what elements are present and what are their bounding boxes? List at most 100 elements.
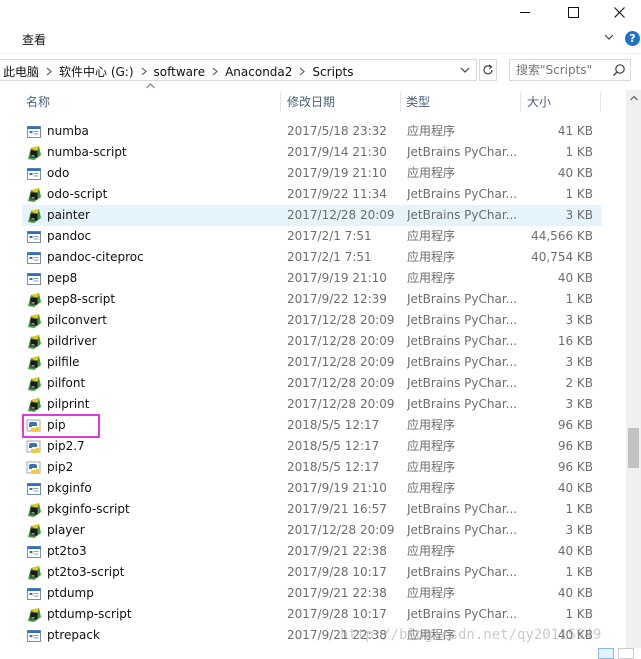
breadcrumb-chevron-icon[interactable]	[138, 66, 150, 78]
file-modified-date: 2017/9/14 21:30	[287, 145, 387, 159]
file-name: pip2	[47, 460, 74, 474]
file-list[interactable]: numba 2017/5/18 23:32 应用程序 41 KB numba-scrip…	[0, 113, 626, 659]
details-view-button[interactable]	[598, 648, 614, 659]
search-icon[interactable]	[612, 63, 626, 77]
breadcrumb-software[interactable]: software	[150, 65, 210, 79]
file-row[interactable]: pilprint 2017/12/28 20:09 JetBrains PyChar…	[22, 394, 602, 415]
file-type: JetBrains PyChar...	[407, 292, 518, 306]
file-row[interactable]: painter 2017/12/28 20:09 JetBrains PyChar.…	[22, 205, 602, 226]
file-row[interactable]: pip 2018/5/5 12:17 应用程序 96 KB	[22, 415, 602, 436]
column-header-type[interactable]: 类型	[400, 90, 520, 114]
breadcrumb-scripts[interactable]: Scripts	[308, 65, 357, 79]
file-size: 16 KB	[557, 334, 593, 348]
file-type: 应用程序	[407, 166, 456, 180]
close-button[interactable]	[596, 0, 641, 24]
breadcrumb: 此电脑 软件中心 (G:) software Anaconda2 Scripts	[0, 63, 357, 80]
file-type: JetBrains PyChar...	[407, 523, 518, 537]
pycharm-file-icon	[26, 208, 42, 224]
file-row[interactable]: pilconvert 2017/12/28 20:09 JetBrains PyCh…	[22, 310, 602, 331]
file-name: pkginfo	[47, 481, 92, 495]
file-type: JetBrains PyChar...	[407, 376, 518, 390]
breadcrumb-chevron-icon[interactable]	[43, 66, 55, 78]
file-size: 1 KB	[565, 502, 593, 516]
maximize-icon	[567, 6, 579, 18]
file-modified-date: 2017/12/28 20:09	[287, 397, 395, 411]
file-row[interactable]: odo 2017/9/19 21:10 应用程序 40 KB	[22, 163, 602, 184]
file-row[interactable]: pilfont 2017/12/28 20:09 JetBrains PyChar.…	[22, 373, 602, 394]
watermark-text: http://blog.csdn.net/qy20115549	[340, 627, 602, 643]
file-modified-date: 2017/9/28 10:17	[287, 565, 387, 579]
file-size: 96 KB	[557, 418, 593, 432]
file-name: pandoc-citeproc	[47, 250, 144, 264]
file-row[interactable]: pkginfo-script 2017/9/21 16:57 JetBrains P…	[22, 499, 602, 520]
file-row[interactable]: pilfile 2017/12/28 20:09 JetBrains PyChar.…	[22, 352, 602, 373]
minimize-icon	[520, 11, 530, 13]
file-row[interactable]: numba 2017/5/18 23:32 应用程序 41 KB	[22, 121, 602, 142]
file-name: pildriver	[47, 334, 97, 348]
file-row[interactable]: player 2017/12/28 20:09 JetBrains PyChar..…	[22, 520, 602, 541]
file-modified-date: 2017/9/19 21:10	[287, 166, 387, 180]
file-row[interactable]: ptdump-script 2017/9/28 10:17 JetBrains Py…	[22, 604, 602, 625]
breadcrumb-chevron-icon[interactable]	[209, 66, 221, 78]
file-type: JetBrains PyChar...	[407, 334, 518, 348]
address-bar[interactable]: 此电脑 软件中心 (G:) software Anaconda2 Scripts	[0, 59, 477, 81]
file-row[interactable]: pandoc 2017/2/1 7:51 应用程序 44,566 KB	[22, 226, 602, 247]
file-row[interactable]: pildriver 2017/12/28 20:09 JetBrains PyCha…	[22, 331, 602, 352]
status-bar	[0, 648, 641, 659]
ribbon-expand-chevron-icon[interactable]	[604, 33, 614, 41]
file-row[interactable]: ptdump 2017/9/21 22:38 应用程序 40 KB	[22, 583, 602, 604]
file-row[interactable]: pep8-script 2017/9/22 12:39 JetBrains PyCh…	[22, 289, 602, 310]
pycharm-file-icon	[26, 376, 42, 392]
file-modified-date: 2018/5/5 12:17	[287, 418, 380, 432]
file-name: odo	[47, 166, 70, 180]
breadcrumb-anaconda2[interactable]: Anaconda2	[221, 65, 296, 79]
scroll-up-button[interactable]	[626, 90, 641, 105]
sort-ascending-icon	[146, 83, 155, 89]
file-row[interactable]: odo-script 2017/9/22 11:34 JetBrains PyCha…	[22, 184, 602, 205]
column-divider[interactable]	[600, 92, 601, 112]
ribbon: 查看 ?	[0, 25, 641, 54]
file-size: 3 KB	[565, 397, 593, 411]
scrollbar-thumb[interactable]	[628, 428, 639, 468]
vertical-scrollbar[interactable]	[626, 90, 641, 659]
column-header-date[interactable]: 修改日期	[281, 90, 399, 114]
column-header-size[interactable]: 大小	[521, 90, 599, 114]
pycharm-file-icon	[26, 145, 42, 161]
maximize-button[interactable]	[550, 0, 596, 24]
file-row[interactable]: numba-script 2017/9/14 21:30 JetBrains PyC…	[22, 142, 602, 163]
address-history-chevron-down-icon[interactable]	[460, 65, 470, 75]
file-row[interactable]: pandoc-citeproc 2017/2/1 7:51 应用程序 40,754 K…	[22, 247, 602, 268]
file-modified-date: 2017/2/1 7:51	[287, 250, 372, 264]
large-icons-view-button[interactable]	[618, 648, 634, 659]
file-row[interactable]: pkginfo 2017/9/19 21:10 应用程序 40 KB	[22, 478, 602, 499]
file-row[interactable]: pt2to3 2017/9/21 22:38 应用程序 40 KB	[22, 541, 602, 562]
file-size: 1 KB	[565, 145, 593, 159]
file-modified-date: 2017/9/21 22:38	[287, 544, 387, 558]
file-name: numba	[47, 124, 89, 138]
ribbon-tab-view[interactable]: 查看	[22, 31, 46, 48]
file-row[interactable]: pt2to3-script 2017/9/28 10:17 JetBrains Py…	[22, 562, 602, 583]
file-size: 44,566 KB	[531, 229, 593, 243]
column-header-row: 名称 修改日期 类型 大小	[0, 83, 626, 114]
column-header-name[interactable]: 名称	[20, 90, 280, 114]
pycharm-file-icon	[26, 397, 42, 413]
search-box[interactable]	[509, 59, 631, 81]
breadcrumb-this-pc[interactable]: 此电脑	[0, 63, 43, 80]
file-row[interactable]: pep8 2017/9/19 21:10 应用程序 40 KB	[22, 268, 602, 289]
breadcrumb-chevron-icon[interactable]	[296, 66, 308, 78]
python-exe-icon	[26, 439, 42, 455]
file-type: 应用程序	[407, 229, 456, 243]
file-row[interactable]: pip2 2018/5/5 12:17 应用程序 96 KB	[22, 457, 602, 478]
file-size: 1 KB	[565, 187, 593, 201]
breadcrumb-drive-g[interactable]: 软件中心 (G:)	[55, 63, 138, 80]
file-name: pep8-script	[47, 292, 116, 306]
refresh-button[interactable]	[479, 59, 497, 81]
minimize-button[interactable]	[502, 0, 548, 24]
exe-icon	[26, 166, 42, 182]
file-name: painter	[47, 208, 90, 222]
file-row[interactable]: pip2.7 2018/5/5 12:17 应用程序 96 KB	[22, 436, 602, 457]
file-name: pilfont	[47, 376, 86, 390]
search-input[interactable]	[510, 60, 616, 80]
title-bar	[0, 0, 641, 25]
help-icon[interactable]: ?	[625, 31, 640, 46]
